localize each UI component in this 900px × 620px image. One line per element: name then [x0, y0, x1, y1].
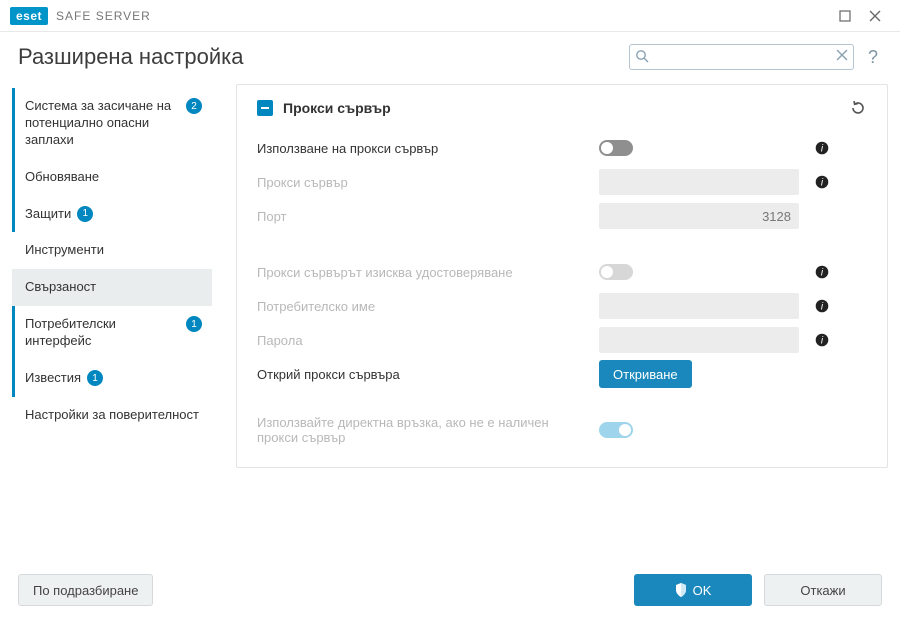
label-username: Потребителско име: [257, 299, 587, 314]
undo-icon: [849, 99, 867, 117]
label-detect: Открий прокси сървъра: [257, 367, 587, 382]
search-wrap: [629, 44, 854, 70]
label-password: Парола: [257, 333, 587, 348]
sidebar-badge: 2: [186, 98, 202, 114]
row-detect: Открий прокси сървъра Откриване: [257, 357, 867, 391]
row-use-proxy: Използване на прокси сървър i: [257, 131, 867, 165]
sidebar-item-1[interactable]: Обновяване: [12, 159, 212, 196]
label-proxy-host: Прокси сървър: [257, 175, 587, 190]
row-auth: Прокси сървърът изисква удостоверяване i: [257, 255, 867, 289]
input-port[interactable]: [599, 203, 799, 229]
shield-icon: [675, 583, 687, 597]
sidebar: Система за засичане на потенциално опасн…: [12, 84, 212, 560]
input-proxy-host[interactable]: [599, 169, 799, 195]
sidebar-item-0[interactable]: Система за засичане на потенциално опасн…: [12, 88, 212, 159]
sidebar-item-label: Защити: [25, 206, 71, 223]
page-title: Разширена настройка: [18, 44, 244, 70]
sidebar-item-7[interactable]: Настройки за поверителност: [12, 397, 212, 434]
sidebar-item-label: Система за засичане на потенциално опасн…: [25, 98, 180, 149]
defaults-button[interactable]: По подразбиране: [18, 574, 153, 606]
sidebar-badge: 1: [186, 316, 202, 332]
info-icon[interactable]: i: [815, 265, 829, 279]
sidebar-item-label: Обновяване: [25, 169, 99, 186]
info-icon[interactable]: i: [815, 299, 829, 313]
product-name: SAFE SERVER: [56, 9, 151, 23]
label-auth: Прокси сървърът изисква удостоверяване: [257, 265, 587, 280]
revert-button[interactable]: [849, 99, 867, 117]
input-password[interactable]: [599, 327, 799, 353]
sidebar-item-label: Известия: [25, 370, 81, 387]
info-icon[interactable]: i: [815, 141, 829, 155]
search-clear-button[interactable]: [836, 49, 848, 61]
brand-logo: eset: [10, 7, 48, 25]
section-title: Прокси сървър: [283, 100, 839, 116]
square-icon: [839, 10, 851, 22]
label-use-proxy: Използване на прокси сървър: [257, 141, 587, 156]
input-username[interactable]: [599, 293, 799, 319]
toggle-auth[interactable]: [599, 264, 633, 280]
close-icon: [869, 10, 881, 22]
sidebar-badge: 1: [77, 206, 93, 222]
ok-label: OK: [693, 583, 712, 598]
sidebar-item-2[interactable]: Защити 1: [12, 196, 212, 233]
toggle-use-proxy[interactable]: [599, 140, 633, 156]
row-direct: Използвайте директна връзка, ако не е на…: [257, 413, 867, 447]
row-username: Потребителско име i: [257, 289, 867, 323]
sidebar-badge: 1: [87, 370, 103, 386]
sidebar-item-5[interactable]: Потребителски интерфейс 1: [12, 306, 212, 360]
row-port: Порт: [257, 199, 867, 233]
search-icon: [635, 49, 649, 63]
row-proxy-host: Прокси сървър i: [257, 165, 867, 199]
search-input[interactable]: [629, 44, 854, 70]
detect-button[interactable]: Откриване: [599, 360, 692, 388]
sidebar-item-3[interactable]: Инструменти: [12, 232, 212, 269]
settings-panel: Прокси сървър Използване на прокси сървъ…: [236, 84, 888, 468]
help-button[interactable]: ?: [864, 47, 882, 68]
x-icon: [836, 49, 848, 61]
toggle-direct[interactable]: [599, 422, 633, 438]
sidebar-item-label: Инструменти: [25, 242, 104, 259]
sidebar-item-label: Потребителски интерфейс: [25, 316, 180, 350]
sidebar-item-label: Свързаност: [25, 279, 96, 296]
info-icon[interactable]: i: [815, 175, 829, 189]
sidebar-item-6[interactable]: Известия 1: [12, 360, 212, 397]
cancel-button[interactable]: Откажи: [764, 574, 882, 606]
title-bar: eset SAFE SERVER: [0, 0, 900, 32]
window-maximize-button[interactable]: [830, 4, 860, 28]
label-port: Порт: [257, 209, 587, 224]
header: Разширена настройка ?: [0, 32, 900, 84]
main: Система за засичане на потенциално опасн…: [0, 84, 900, 560]
footer: По подразбиране OK Откажи: [0, 560, 900, 620]
sidebar-item-label: Настройки за поверителност: [25, 407, 199, 424]
row-password: Парола i: [257, 323, 867, 357]
section-header: Прокси сървър: [257, 99, 867, 117]
collapse-toggle[interactable]: [257, 100, 273, 116]
info-icon[interactable]: i: [815, 333, 829, 347]
window-close-button[interactable]: [860, 4, 890, 28]
label-direct: Използвайте директна връзка, ако не е на…: [257, 415, 587, 445]
sidebar-item-4[interactable]: Свързаност: [12, 269, 212, 306]
minus-icon: [260, 103, 270, 113]
ok-button[interactable]: OK: [634, 574, 752, 606]
